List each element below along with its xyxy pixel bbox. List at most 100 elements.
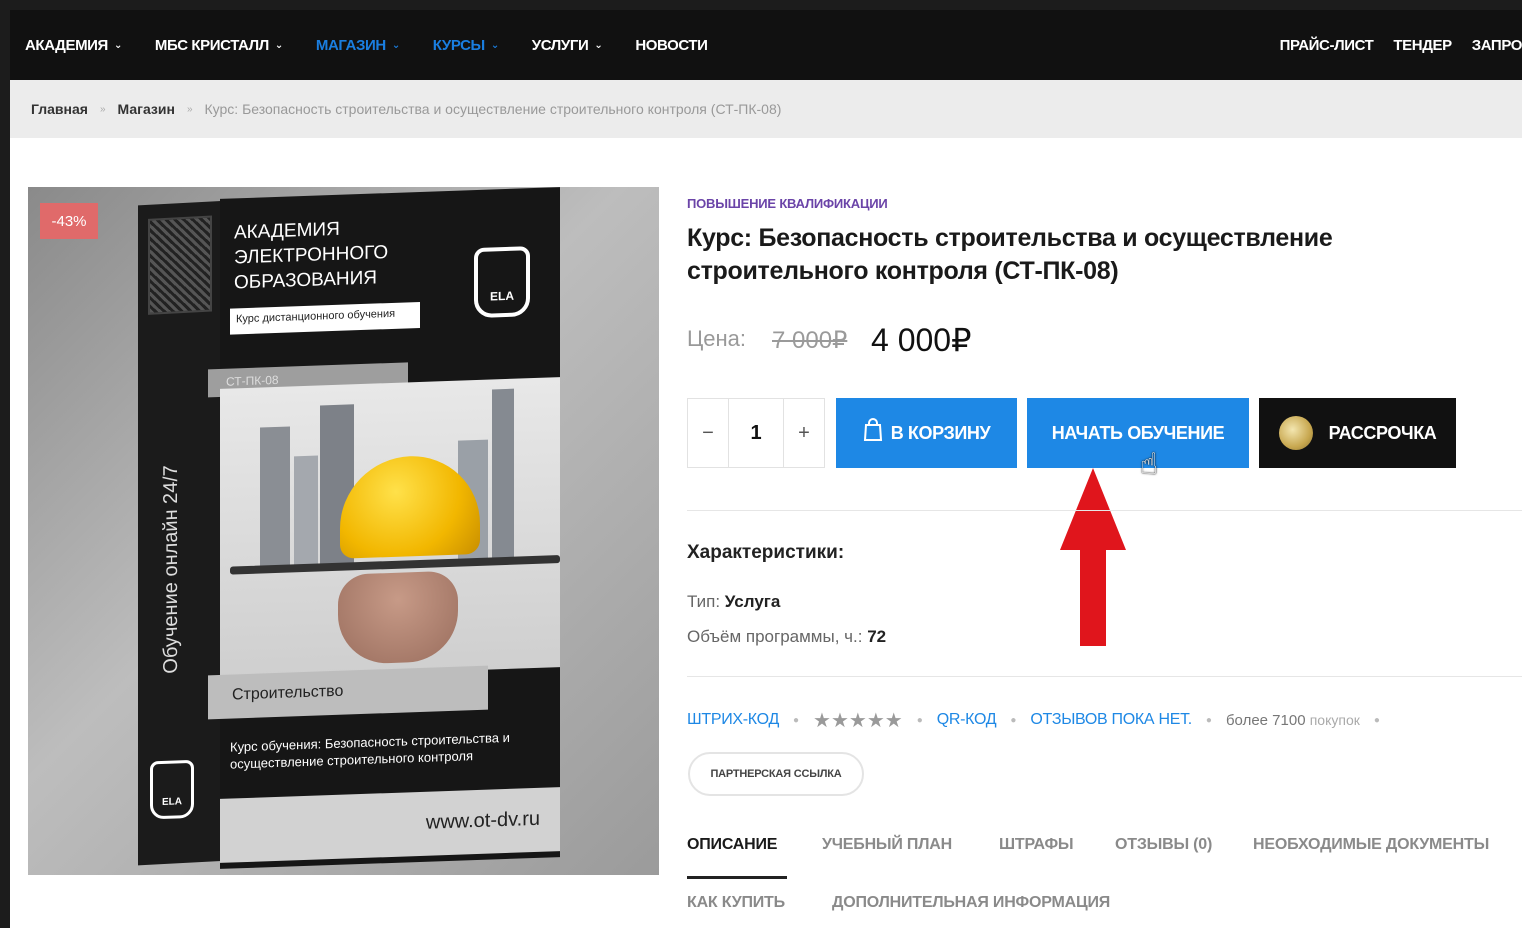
nav-item-tender[interactable]: ТЕНДЕР — [1393, 36, 1452, 54]
nav-item-price-list[interactable]: ПРАЙС-ЛИСТ — [1280, 37, 1374, 54]
nav-item-request[interactable]: ЗАПРО — [1472, 37, 1522, 54]
quantity-input[interactable]: 1 — [728, 399, 784, 467]
meta-separator: ● — [916, 714, 923, 726]
spec-label: Объём программы, ч.: — [687, 627, 863, 646]
nav-item-courses[interactable]: КУРСЫ ⌄ — [433, 37, 499, 54]
meta-separator: ● — [792, 714, 800, 726]
shopping-bag-svg — [863, 418, 882, 441]
quantity-minus-button[interactable]: − — [688, 399, 728, 467]
nav-label: АКАДЕМИЯ — [25, 36, 108, 54]
product-category-link[interactable]: ПОВЫШЕНИЕ КВАЛИФИКАЦИИ — [687, 196, 888, 211]
start-learning-label: НАЧАТЬ ОБУЧЕНИЕ — [1051, 422, 1225, 443]
qr-code-graphic — [148, 215, 212, 315]
tab-additional-info[interactable]: ДОПОЛНИТЕЛЬНАЯ ИНФОРМАЦИЯ — [832, 894, 1110, 912]
meta-separator: ● — [1373, 714, 1380, 726]
product-meta: ШТРИХ-КОД ● ★★★★★ ● QR-КОД ● ОТЗЫВОВ ПОК… — [687, 708, 1394, 732]
tab-description[interactable]: ОПИСАНИЕ — [687, 836, 777, 854]
spec-value: 72 — [867, 627, 887, 646]
box-site: www.ot-dv.ru — [220, 787, 560, 863]
brand-line: ОБРАЗОВАНИЯ — [234, 267, 377, 294]
nav-item-news[interactable]: НОВОСТИ — [635, 36, 708, 54]
construction-scene — [220, 377, 560, 679]
spec-value: Услуга — [724, 592, 781, 611]
tab-required-documents[interactable]: НЕОБХОДИМЫЕ ДОКУМЕНТЫ — [1253, 836, 1489, 854]
breadcrumb-separator: » — [99, 103, 106, 115]
box-topic: Строительство — [208, 665, 488, 720]
installment-label: РАССРОЧКА — [1328, 422, 1437, 443]
sales-count-value: более 7100 — [1225, 711, 1306, 729]
divider — [687, 510, 1522, 511]
nav-right-group: ПРАЙС-ЛИСТ ТЕНДЕР ЗАПРО — [1260, 10, 1522, 80]
hand-graphic — [338, 570, 458, 665]
spec-volume: Объём программы, ч.: 72 — [687, 627, 886, 647]
nav-label: ТЕНДЕР — [1393, 36, 1452, 54]
red-arrow-annotation-icon — [1060, 468, 1126, 646]
tab-how-to-buy[interactable]: КАК КУПИТЬ — [687, 894, 785, 912]
breadcrumb-separator: » — [186, 103, 193, 115]
price-old: 7 000₽ — [772, 327, 848, 354]
building-shape — [492, 388, 514, 560]
start-learning-button[interactable]: НАЧАТЬ ОБУЧЕНИЕ — [1027, 398, 1249, 468]
tab-fines[interactable]: ШТРАФЫ — [999, 836, 1074, 854]
nav-label: МАГАЗИН — [315, 36, 386, 54]
tab-study-plan[interactable]: УЧЕБНЫЙ ПЛАН — [822, 836, 952, 854]
sales-count-unit: покупок — [1309, 711, 1360, 728]
chevron-down-icon: ⌄ — [490, 39, 499, 51]
add-to-cart-label: В КОРЗИНУ — [890, 422, 991, 443]
spec-type: Тип: Услуга — [687, 592, 780, 612]
hand-pointer-cursor-icon: ☝ — [1140, 448, 1159, 481]
qr-code-link[interactable]: QR-КОД — [937, 711, 997, 729]
active-tab-indicator — [687, 876, 787, 879]
nav-label: ЗАПРО — [1471, 36, 1522, 54]
ela-logo-small-icon: ELA — [150, 759, 194, 820]
product-image[interactable]: -43% Обучение онлайн 24/7 АКАДЕМИЯ ЭЛЕКТ… — [28, 187, 659, 875]
product-title: Курс: Безопасность строительства и осуще… — [687, 222, 1447, 288]
breadcrumb-shop-link[interactable]: Магазин — [118, 101, 175, 117]
shopping-bag-icon — [863, 418, 883, 448]
reviews-link[interactable]: ОТЗЫВОВ ПОКА НЕТ. — [1030, 711, 1192, 729]
nav-item-mbs-crystal[interactable]: МБС КРИСТАЛЛ ⌄ — [155, 37, 283, 54]
chevron-down-icon: ⌄ — [391, 39, 400, 51]
box-course-text: Курс обучения: Безопасность строительств… — [230, 729, 510, 772]
ela-logo-icon: ELA — [474, 246, 530, 319]
nav-label: ПРАЙС-ЛИСТ — [1279, 36, 1374, 54]
top-navigation: АКАДЕМИЯ ⌄ МБС КРИСТАЛЛ ⌄ МАГАЗИН ⌄ КУРСЫ ⌄ … — [10, 10, 1522, 80]
barcode-link[interactable]: ШТРИХ-КОД — [687, 711, 779, 729]
title-line: строительного контроля (СТ-ПК-08) — [687, 257, 1119, 285]
title-line: Курс: Безопасность строительства и осуще… — [687, 224, 1333, 252]
breadcrumb: Главная » Магазин » Курс: Безопасность с… — [10, 80, 1522, 138]
box-brand-subtitle: Курс дистанционного обучения — [230, 301, 420, 335]
nav-item-academy[interactable]: АКАДЕМИЯ ⌄ — [25, 37, 122, 54]
specs-title: Характеристики: — [687, 542, 845, 563]
quantity-plus-button[interactable]: + — [784, 399, 824, 467]
sale-badge: -43% — [40, 203, 98, 239]
price-label: Цена: — [687, 326, 747, 351]
bank-coin-icon — [1278, 416, 1313, 450]
installment-button[interactable]: РАССРОЧКА — [1259, 398, 1456, 468]
divider — [687, 676, 1522, 677]
add-to-cart-button[interactable]: В КОРЗИНУ — [836, 398, 1017, 468]
chevron-down-icon: ⌄ — [594, 39, 603, 51]
box-brand: АКАДЕМИЯ ЭЛЕКТРОННОГО ОБРАЗОВАНИЯ — [234, 215, 388, 295]
meta-separator: ● — [1010, 714, 1017, 726]
breadcrumb-home-link[interactable]: Главная — [31, 101, 88, 117]
sales-count: более 7100 покупок — [1226, 712, 1360, 729]
meta-separator: ● — [1205, 714, 1212, 726]
nav-label: УСЛУГИ — [531, 36, 589, 54]
nav-item-shop[interactable]: МАГАЗИН ⌄ — [316, 37, 400, 54]
tab-reviews[interactable]: ОТЗЫВЫ (0) — [1115, 836, 1212, 854]
partner-link-button[interactable]: ПАРТНЕРСКАЯ ССЫЛКА — [688, 752, 864, 796]
chevron-down-icon: ⌄ — [113, 39, 122, 51]
quantity-stepper: − 1 + — [687, 398, 825, 468]
spec-label: Тип: — [687, 592, 721, 611]
rating-stars-icon: ★★★★★ — [813, 709, 903, 732]
nav-label: НОВОСТИ — [635, 36, 708, 54]
building-shape — [260, 426, 290, 568]
chevron-down-icon: ⌄ — [274, 39, 283, 51]
nav-label: МБС КРИСТАЛЛ — [154, 36, 269, 54]
box-front: АКАДЕМИЯ ЭЛЕКТРОННОГО ОБРАЗОВАНИЯ Курс д… — [150, 187, 560, 869]
box-side-text: Обучение онлайн 24/7 — [160, 464, 182, 675]
nav-item-services[interactable]: УСЛУГИ ⌄ — [532, 37, 603, 54]
nav-label: КУРСЫ — [432, 36, 485, 54]
browser-frame: АКАДЕМИЯ ⌄ МБС КРИСТАЛЛ ⌄ МАГАЗИН ⌄ КУРСЫ ⌄ … — [10, 10, 1522, 928]
